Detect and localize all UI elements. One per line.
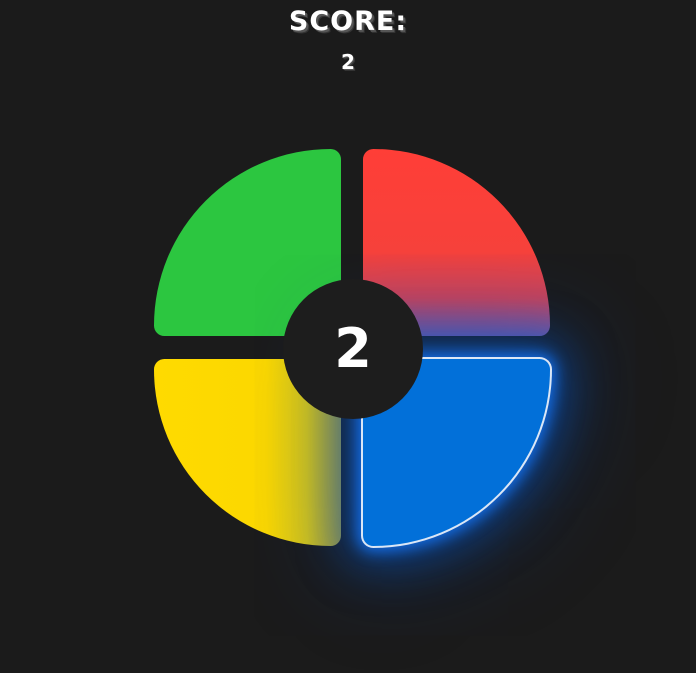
center-hub: 2 xyxy=(283,279,423,419)
center-count: 2 xyxy=(334,317,372,380)
score-label: SCORE: xyxy=(288,6,408,37)
game-screen: SCORE: 2 2 xyxy=(0,0,696,673)
score-value: 2 xyxy=(341,50,355,74)
